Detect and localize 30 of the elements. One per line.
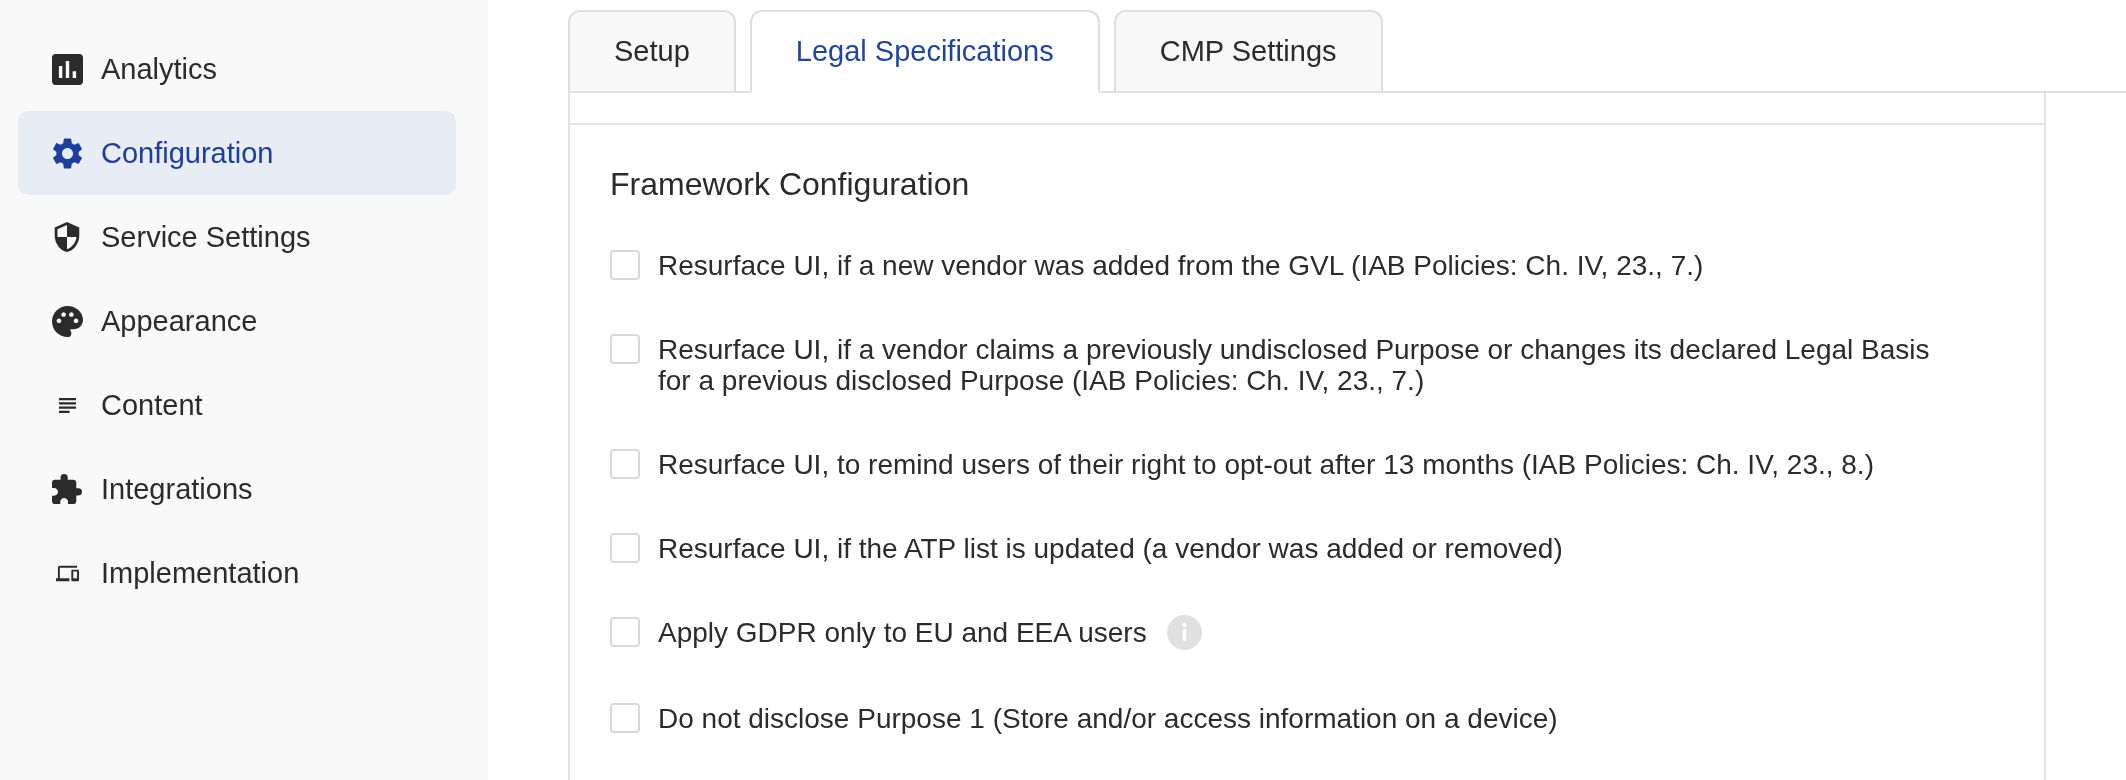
checkbox[interactable] — [610, 449, 640, 479]
shield-icon — [52, 222, 82, 252]
sidebar-item[interactable]: Analytics — [18, 27, 456, 111]
checkbox[interactable] — [610, 533, 640, 563]
tab[interactable]: Legal Specifications — [749, 10, 1100, 93]
tab[interactable]: Setup — [568, 10, 736, 93]
sidebar-item[interactable]: Implementation — [18, 531, 456, 615]
chart-icon — [51, 53, 83, 85]
option-label: Resurface UI, if a vendor claims a previously undisclosed Purpose or changes its declared Legal Basis for a previous disclosed Purpose (IAB Policies: Ch. IV, 23., 7.) — [658, 334, 1931, 396]
option-label: Resurface UI, to remind users of their right to opt-out after 13 months (IAB Policies: Ch. IV, 23., 8.) — [658, 449, 1874, 480]
checkbox[interactable] — [610, 334, 640, 364]
puzzle-icon — [52, 474, 82, 504]
tab[interactable]: CMP Settings — [1113, 10, 1383, 93]
checkbox[interactable] — [610, 250, 640, 280]
option-label: Resurface UI, if the ATP list is updated (a vendor was added or removed) — [658, 533, 1563, 564]
sidebar-item[interactable]: Integrations — [18, 447, 456, 531]
info-icon[interactable] — [1166, 615, 1202, 650]
sidebar-item[interactable]: Service Settings — [18, 195, 456, 279]
checkbox[interactable] — [610, 703, 640, 733]
sidebar-item[interactable]: Configuration — [18, 111, 456, 195]
sidebar-item[interactable]: Appearance — [18, 279, 456, 363]
palette-icon — [51, 305, 83, 337]
sidebar-item[interactable]: Content — [18, 363, 456, 447]
option-label: Apply GDPR only to EU and EEA users — [658, 617, 1147, 648]
section-title: Framework Configuration — [610, 166, 970, 203]
settings-icon — [51, 137, 83, 169]
text-lines-icon — [58, 396, 76, 414]
option-label: Resurface UI, if a new vendor was added from the GVL (IAB Policies: Ch. IV, 23., 7.) — [658, 250, 1704, 281]
option-label: Do not disclose Purpose 1 (Store and/or access information on a device) — [658, 703, 1558, 734]
checkbox[interactable] — [610, 617, 640, 647]
